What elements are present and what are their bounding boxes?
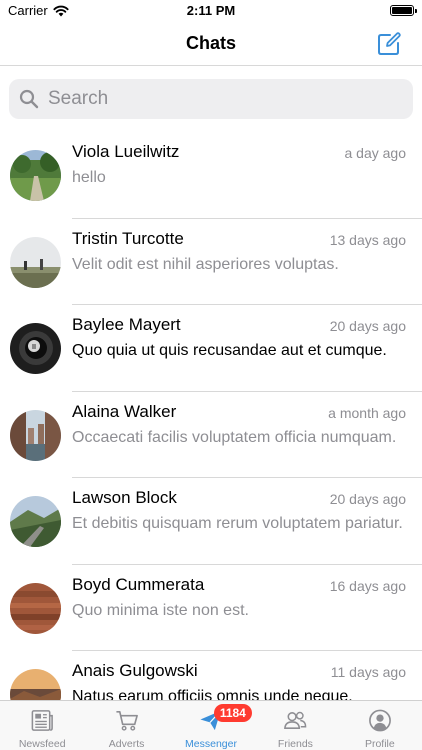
chat-timestamp: 16 days ago: [329, 577, 406, 594]
status-bar: Carrier 2:11 PM: [0, 0, 422, 22]
tab-bar: Newsfeed Adverts 1184 Messenger Friends: [0, 700, 422, 750]
chat-timestamp: a day ago: [344, 145, 407, 161]
compose-icon: [378, 32, 401, 55]
people-icon: [284, 711, 307, 729]
chat-name: Anais Gulgowski: [72, 661, 198, 680]
chat-name: Boyd Cummerata: [72, 574, 205, 594]
user-circle-icon: [368, 709, 391, 732]
cart-icon: [116, 711, 138, 731]
chat-row[interactable]: Boyd Cummerata 16 days ago Quo minima is…: [0, 565, 422, 651]
tab-label: Adverts: [108, 738, 145, 750]
chat-row[interactable]: Lawson Block 20 days ago Et debitis quis…: [0, 478, 422, 565]
tab-label: Friends: [277, 738, 313, 750]
chat-row[interactable]: Anais Gulgowski 11 days ago Natus earum …: [0, 651, 422, 700]
chat-preview: Occaecati facilis voluptatem officia num…: [72, 428, 397, 446]
chat-timestamp: a month ago: [328, 404, 406, 421]
tab-label: Profile: [364, 738, 395, 750]
tab-profile[interactable]: Profile: [338, 701, 422, 750]
page-title: Chats: [185, 33, 236, 53]
chat-row[interactable]: Tristin Turcotte 13 days ago Velit odit …: [0, 219, 422, 305]
nav-bar: Chats: [0, 22, 422, 66]
chat-name: Viola Lueilwitz: [72, 142, 180, 161]
tab-friends[interactable]: Friends: [253, 701, 337, 750]
chat-preview: Quo quia ut quis recusandae aut et cumqu…: [72, 342, 387, 359]
tab-messenger[interactable]: 1184 Messenger: [169, 701, 253, 750]
avatar: [10, 409, 61, 461]
avatar: [10, 496, 61, 547]
chat-list: Viola Lueilwitz a day ago hello Tristin …: [0, 132, 422, 700]
chat-timestamp: 20 days ago: [329, 491, 406, 507]
chat-preview: Velit odit est nihil asperiores voluptas…: [72, 255, 339, 273]
search-input[interactable]: [48, 88, 388, 110]
battery-icon: [390, 5, 417, 16]
chat-timestamp: 11 days ago: [330, 664, 406, 680]
unread-badge: 1184: [213, 704, 252, 722]
tab-adverts[interactable]: Adverts: [84, 701, 168, 750]
tab-label: Messenger: [185, 738, 237, 750]
chat-name: Baylee Mayert: [72, 315, 181, 334]
tab-label: Newsfeed: [18, 738, 66, 750]
newspaper-icon: [31, 710, 54, 731]
chat-timestamp: 20 days ago: [329, 318, 406, 334]
chat-preview: Quo minima iste non est.: [72, 601, 249, 619]
chat-preview: Natus earum officiis omnis unde neque.: [72, 688, 353, 700]
chat-name: Tristin Turcotte: [72, 228, 184, 248]
avatar: [10, 323, 61, 374]
chat-timestamp: 13 days ago: [329, 231, 406, 248]
chat-name: Lawson Block: [72, 488, 177, 507]
compose-button[interactable]: [376, 31, 402, 57]
search-bar[interactable]: [9, 79, 413, 119]
avatar: [10, 669, 61, 700]
chat-row[interactable]: Baylee Mayert 20 days ago Quo quia ut qu…: [0, 305, 422, 392]
avatar: [10, 236, 61, 288]
chat-name: Alaina Walker: [72, 401, 177, 421]
avatar: [10, 150, 61, 201]
status-time: 2:11 PM: [186, 3, 236, 18]
search-icon: [19, 89, 39, 109]
chat-preview: Et debitis quisquam rerum voluptatem par…: [72, 515, 403, 532]
tab-newsfeed[interactable]: Newsfeed: [0, 701, 84, 750]
avatar: [10, 582, 61, 634]
chat-preview: hello: [72, 169, 106, 186]
chat-row[interactable]: Alaina Walker a month ago Occaecati faci…: [0, 392, 422, 478]
chat-row[interactable]: Viola Lueilwitz a day ago hello: [0, 132, 422, 219]
